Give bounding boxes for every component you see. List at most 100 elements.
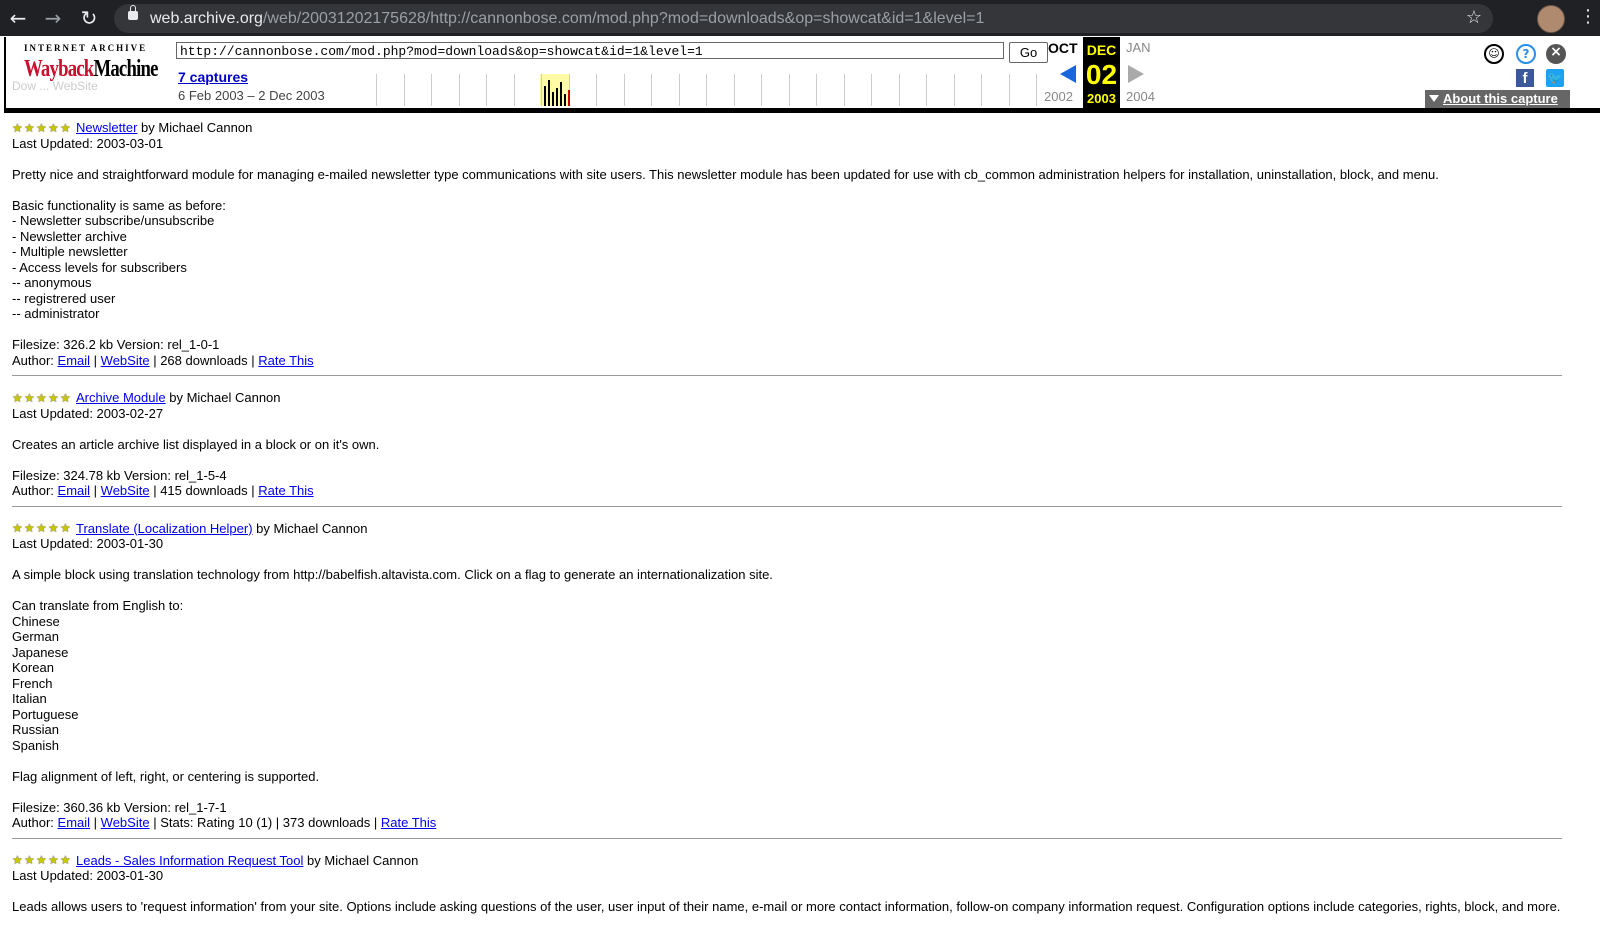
item-description-line: Korean <box>12 660 54 675</box>
sparkline-tick <box>706 74 707 106</box>
current-year: 2003 <box>1087 91 1116 106</box>
star-icon: ★ <box>48 853 59 868</box>
item-description-line: -- registrered user <box>12 290 116 306</box>
sparkline-tick <box>733 74 735 106</box>
download-item: ★ ★ ★ ★ ★ Leads - Sales Information Request T… <box>12 853 1562 915</box>
next-month-label[interactable]: JAN <box>1126 40 1151 55</box>
next-year-label[interactable]: 2004 <box>1126 89 1155 104</box>
item-filesize: Filesize: 360.36 kb Version: rel_1-7-1 <box>12 799 227 815</box>
sparkline-tick <box>898 74 900 106</box>
twitter-icon[interactable]: 🐦 <box>1546 69 1564 87</box>
item-description-line: - Multiple newsletter <box>12 244 128 259</box>
sparkline-tick <box>431 74 432 106</box>
close-icon[interactable]: × <box>1546 44 1566 64</box>
item-updated: Last Updated: 2003-03-01 <box>12 135 164 151</box>
item-description-line: French <box>12 675 53 691</box>
about-capture-button[interactable]: About this capture <box>1425 90 1570 108</box>
item-description-line: Leads allows users to 'request informati… <box>12 899 1561 914</box>
forward-icon[interactable]: → <box>42 7 64 29</box>
website-link[interactable]: WebSite <box>101 353 150 368</box>
facebook-icon[interactable]: f <box>1516 69 1534 87</box>
email-link[interactable]: Email <box>58 815 91 830</box>
address-bar[interactable]: web.archive.org/web/20031202175628/http:… <box>114 4 1493 33</box>
star-icon: ★ <box>12 120 23 135</box>
sparkline-tick <box>788 74 790 106</box>
back-icon[interactable]: ← <box>7 7 29 29</box>
prev-capture-arrow-icon[interactable] <box>1060 65 1076 83</box>
item-divider <box>12 837 1562 839</box>
capture-bar[interactable] <box>568 90 570 106</box>
item-title-link[interactable]: Archive Module <box>76 390 166 406</box>
profile-avatar[interactable] <box>1537 5 1565 33</box>
user-icon[interactable]: ☺ <box>1484 44 1504 64</box>
capture-bar[interactable] <box>552 92 554 106</box>
item-description-line: - Access levels for subscribers <box>12 259 187 275</box>
star-icon: ★ <box>36 521 47 536</box>
capture-bar[interactable] <box>548 80 550 106</box>
sparkline-tick <box>596 74 597 106</box>
website-link[interactable]: WebSite <box>101 483 150 498</box>
go-button[interactable]: Go <box>1009 42 1048 63</box>
sparkline-tick <box>513 74 515 106</box>
rate-this-link[interactable]: Rate This <box>381 815 436 830</box>
current-capture-date: DEC 02 2003 <box>1083 37 1120 110</box>
bookmark-star-icon[interactable]: ☆ <box>1466 7 1482 28</box>
item-author-line: Author: Email | WebSite | Stats: Rating … <box>12 815 437 830</box>
item-header: ★ ★ ★ ★ ★ Translate (Localization Helper) by … <box>12 521 1562 537</box>
item-stats: | 268 downloads | <box>153 352 255 368</box>
star-icon: ★ <box>24 390 35 405</box>
next-capture-arrow-icon[interactable] <box>1128 65 1144 83</box>
sparkline-tick <box>761 74 762 106</box>
sparkline-tick <box>1036 74 1037 106</box>
item-author-line: Author: Email | WebSite | 415 downloads … <box>12 483 314 498</box>
star-icon: ★ <box>24 120 35 135</box>
help-icon[interactable]: ? <box>1516 44 1536 64</box>
item-filesize: Filesize: 324.78 kb Version: rel_1-5-4 <box>12 467 227 483</box>
wayback-logo[interactable]: INTERNET ARCHIVE WaybackMachine <box>22 43 158 97</box>
rate-this-link[interactable]: Rate This <box>258 353 313 368</box>
item-title-link[interactable]: Newsletter <box>76 120 137 136</box>
item-title-link[interactable]: Leads - Sales Information Request Tool <box>76 853 303 869</box>
caret-down-icon <box>1429 95 1439 102</box>
captures-link[interactable]: 7 captures <box>178 69 248 85</box>
menu-icon[interactable]: ⋮ <box>1579 6 1597 27</box>
rate-this-link[interactable]: Rate This <box>258 483 313 498</box>
capture-range: 6 Feb 2003 – 2 Dec 2003 <box>178 88 325 103</box>
capture-bar[interactable] <box>556 88 558 106</box>
item-description-line: -- administrator <box>12 306 100 321</box>
wayback-url-input[interactable]: http://cannonbose.com/mod.php?mod=downlo… <box>176 42 1004 59</box>
sparkline-tick <box>541 74 542 106</box>
item-divider <box>12 375 1562 376</box>
logo-main-text: WaybackMachine <box>24 56 158 82</box>
sparkline-tick <box>403 74 405 106</box>
address-url[interactable]: web.archive.org/web/20031202175628/http:… <box>150 10 984 28</box>
item-filesize: Filesize: 326.2 kb Version: rel_1-0-1 <box>12 337 220 352</box>
website-link[interactable]: WebSite <box>101 815 150 830</box>
sparkline-tick <box>458 74 460 106</box>
email-link[interactable]: Email <box>58 353 91 368</box>
email-link[interactable]: Email <box>58 483 91 498</box>
capture-sparkline[interactable] <box>376 74 1056 106</box>
star-icon: ★ <box>36 853 47 868</box>
capture-bar[interactable] <box>560 82 562 106</box>
reload-icon[interactable]: ↻ <box>78 7 100 29</box>
sparkline-tick <box>926 74 927 106</box>
sparkline-tick <box>678 74 680 106</box>
rating-stars-icon: ★ ★ ★ ★ ★ <box>12 391 72 405</box>
item-title-link[interactable]: Translate (Localization Helper) <box>76 521 253 537</box>
download-item: ★ ★ ★ ★ ★ Translate (Localization Helper) by … <box>12 521 1562 839</box>
lock-icon <box>128 5 138 20</box>
capture-bar[interactable] <box>564 94 566 106</box>
star-icon: ★ <box>24 853 35 868</box>
prev-year-label[interactable]: 2002 <box>1044 89 1073 104</box>
star-icon: ★ <box>24 521 35 536</box>
capture-bar[interactable] <box>544 86 546 106</box>
star-icon: ★ <box>36 120 47 135</box>
item-description-line: Pretty nice and straightforward module f… <box>12 166 1439 182</box>
item-stats: | 415 downloads | <box>153 483 255 498</box>
prev-month-label[interactable]: OCT <box>1048 40 1078 56</box>
item-stats: | Stats: Rating 10 (1) | 373 downloads | <box>153 815 378 830</box>
sparkline-tick <box>623 74 625 106</box>
item-header: ★ ★ ★ ★ ★ Archive Module by Michael Cannon <box>12 390 1562 406</box>
item-author: by Michael Cannon <box>169 390 281 405</box>
